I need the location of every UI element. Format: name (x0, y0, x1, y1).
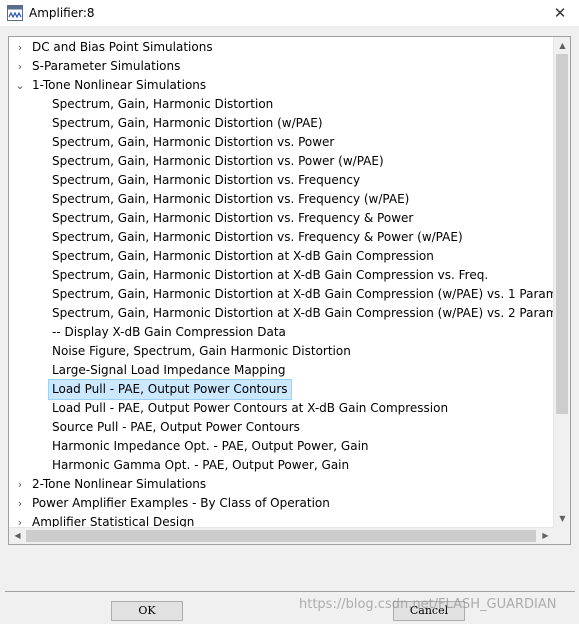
vertical-scrollbar[interactable]: ▲ ▼ (553, 37, 570, 527)
tree-item[interactable]: › Power Amplifier Examples - By Class of … (9, 494, 554, 513)
tree-item-label: 2-Tone Nonlinear Simulations (32, 477, 207, 491)
tree-item[interactable]: Spectrum, Gain, Harmonic Distortion at X… (9, 304, 567, 323)
tree-item[interactable]: Harmonic Impedance Opt. - PAE, Output Po… (9, 437, 554, 456)
scroll-corner (553, 527, 570, 544)
tree-item-label: Spectrum, Gain, Harmonic Distortion vs. … (52, 173, 361, 187)
app-icon (7, 5, 23, 21)
tree-item-label: Spectrum, Gain, Harmonic Distortion vs. … (52, 230, 463, 244)
chevron-right-icon[interactable]: › (14, 38, 26, 57)
tree-item[interactable]: Load Pull - PAE, Output Power Contours (9, 379, 554, 400)
tree-item-label: Spectrum, Gain, Harmonic Distortion (w/P… (52, 116, 323, 130)
tree-item-label: 1-Tone Nonlinear Simulations (32, 78, 207, 92)
tree-item-label: Spectrum, Gain, Harmonic Distortion vs. … (52, 154, 384, 168)
tree-item-label: Harmonic Gamma Opt. - PAE, Output Power,… (52, 458, 350, 472)
tree-item-label: Power Amplifier Examples - By Class of O… (32, 496, 330, 510)
tree-item[interactable]: Spectrum, Gain, Harmonic Distortion vs. … (9, 133, 554, 152)
close-icon[interactable]: ✕ (548, 2, 572, 24)
window-title: Amplifier:8 (29, 6, 95, 20)
tree-item[interactable]: Spectrum, Gain, Harmonic Distortion vs. … (9, 228, 554, 247)
tree-item[interactable]: Spectrum, Gain, Harmonic Distortion vs. … (9, 171, 554, 190)
tree-item-label: Load Pull - PAE, Output Power Contours (48, 379, 292, 400)
tree-item-label: Spectrum, Gain, Harmonic Distortion at X… (52, 249, 434, 263)
tree-item[interactable]: Spectrum, Gain, Harmonic Distortion vs. … (9, 152, 554, 171)
tree-item-label: Spectrum, Gain, Harmonic Distortion at X… (52, 287, 562, 301)
tree-item-label: DC and Bias Point Simulations (32, 40, 213, 54)
tree-item-label: Harmonic Impedance Opt. - PAE, Output Po… (52, 439, 369, 453)
tree-item[interactable]: Load Pull - PAE, Output Power Contours a… (9, 399, 554, 418)
footer-divider (5, 591, 575, 592)
tree-item[interactable]: › S-Parameter Simulations (9, 57, 554, 76)
ok-button[interactable]: OK (111, 601, 183, 621)
tree-item-label: Spectrum, Gain, Harmonic Distortion vs. … (52, 211, 414, 225)
tree-item[interactable]: Spectrum, Gain, Harmonic Distortion (w/P… (9, 114, 554, 133)
tree-item-label: -- Display X-dB Gain Compression Data (52, 325, 286, 339)
tree-item[interactable]: Spectrum, Gain, Harmonic Distortion vs. … (9, 190, 554, 209)
scroll-down-icon[interactable]: ▼ (554, 510, 570, 527)
tree-item[interactable]: Spectrum, Gain, Harmonic Distortion at X… (9, 247, 554, 266)
tree-item-label: Spectrum, Gain, Harmonic Distortion vs. … (52, 192, 410, 206)
horizontal-scroll-thumb[interactable] (26, 530, 536, 542)
scroll-up-icon[interactable]: ▲ (554, 37, 570, 54)
tree-item-label: Load Pull - PAE, Output Power Contours a… (52, 401, 449, 415)
tree-item-label: Large-Signal Load Impedance Mapping (52, 363, 286, 377)
tree-item[interactable]: Spectrum, Gain, Harmonic Distortion at X… (9, 285, 561, 304)
tree-item-label: Spectrum, Gain, Harmonic Distortion at X… (52, 306, 568, 320)
tree-item[interactable]: Noise Figure, Spectrum, Gain Harmonic Di… (9, 342, 554, 361)
scroll-right-icon[interactable]: ▶ (537, 528, 554, 544)
scroll-left-icon[interactable]: ◀ (9, 528, 26, 544)
tree-item[interactable]: Spectrum, Gain, Harmonic Distortion vs. … (9, 209, 554, 228)
tree-item-label: Noise Figure, Spectrum, Gain Harmonic Di… (52, 344, 351, 358)
tree-item[interactable]: Spectrum, Gain, Harmonic Distortion at X… (9, 266, 554, 285)
template-tree[interactable]: › DC and Bias Point Simulations › S-Paramet… (8, 36, 571, 545)
chevron-right-icon[interactable]: › (14, 57, 26, 76)
tree-item[interactable]: -- Display X-dB Gain Compression Data (9, 323, 554, 342)
tree-item[interactable]: › 2-Tone Nonlinear Simulations (9, 475, 554, 494)
vertical-scroll-thumb[interactable] (556, 54, 568, 414)
tree-item-label: Source Pull - PAE, Output Power Contours (52, 420, 300, 434)
chevron-right-icon[interactable]: › (14, 475, 26, 494)
tree-item[interactable]: Spectrum, Gain, Harmonic Distortion (9, 95, 554, 114)
tree-item-label: Spectrum, Gain, Harmonic Distortion vs. … (52, 135, 335, 149)
horizontal-scrollbar[interactable]: ◀ ▶ (9, 527, 554, 544)
chevron-right-icon[interactable]: › (14, 494, 26, 513)
tree-item-label: Spectrum, Gain, Harmonic Distortion (52, 97, 274, 111)
chevron-down-icon[interactable]: ⌄ (14, 76, 26, 95)
tree-item[interactable]: Large-Signal Load Impedance Mapping (9, 361, 554, 380)
title-bar: Amplifier:8 ✕ (0, 0, 579, 26)
watermark-text: https://blog.csdn.net/FLASH_GUARDIAN (299, 597, 557, 612)
tree-item-label: Spectrum, Gain, Harmonic Distortion at X… (52, 268, 489, 282)
tree-item[interactable]: Harmonic Gamma Opt. - PAE, Output Power,… (9, 456, 554, 475)
tree-item-label: S-Parameter Simulations (32, 59, 181, 73)
tree-item[interactable]: Source Pull - PAE, Output Power Contours (9, 418, 554, 437)
tree-item[interactable]: ⌄ 1-Tone Nonlinear Simulations (9, 76, 554, 95)
tree-item[interactable]: › DC and Bias Point Simulations (9, 38, 554, 57)
